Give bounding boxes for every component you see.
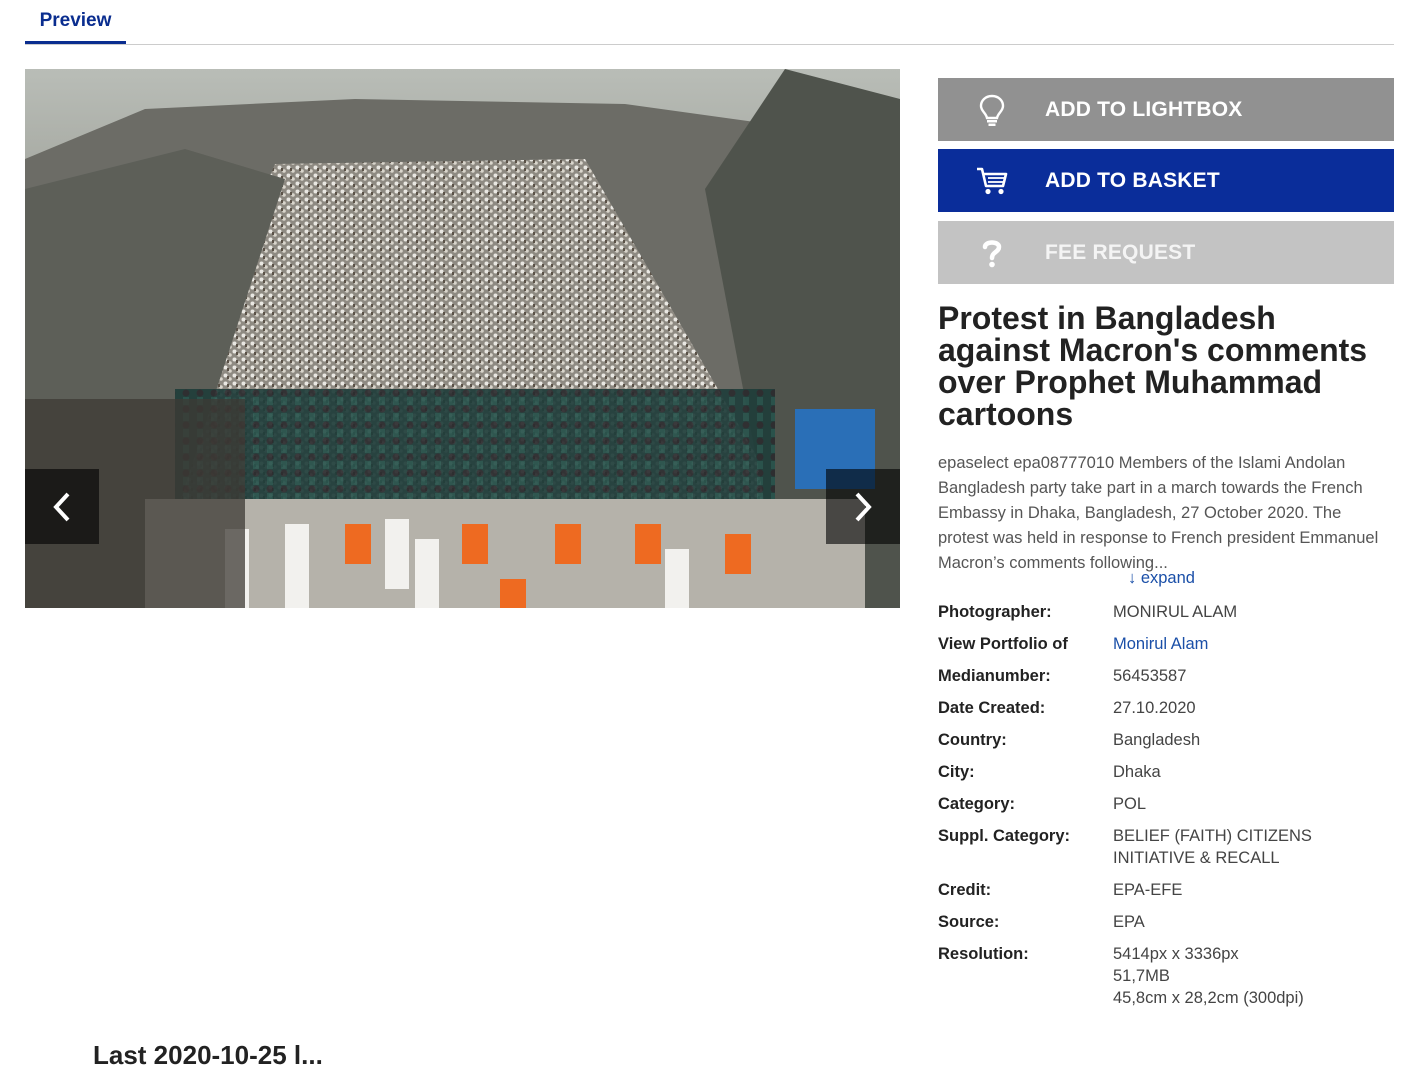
add-to-basket-button[interactable]: ADD TO BASKET [938,149,1394,212]
metadata-label: Source: [938,913,1000,931]
fee-request-label: FEE REQUEST [1045,240,1196,264]
add-to-lightbox-label: ADD TO LIGHTBOX [1045,97,1243,121]
expand-caption-link[interactable]: ↓ expand [1128,569,1195,588]
metadata-label: Photographer: [938,603,1052,621]
suppl-category-value: BELIEF (FAITH) CITIZENS INITIATIVE & REC… [1113,827,1312,867]
fee-request-button[interactable]: FEE REQUEST [938,221,1394,284]
chevron-left-icon [53,492,70,521]
metadata-row-city: City: Dhaka [938,761,1394,783]
source-value: EPA [1113,913,1145,931]
preview-image [25,69,900,608]
metadata-row-country: Country: Bangladesh [938,729,1394,751]
metadata-label: City: [938,763,975,781]
media-caption: epaselect epa08777010 Members of the Isl… [938,454,1379,572]
chevron-right-icon [855,492,872,521]
photographer-value: MONIRUL ALAM [1113,603,1238,621]
metadata-label: Category: [938,795,1016,813]
cart-icon [938,166,1045,196]
lightbulb-icon [938,94,1045,126]
medianumber-value: 56453587 [1113,667,1187,685]
date-created-value: 27.10.2020 [1113,699,1196,717]
metadata-label: Resolution: [938,945,1029,963]
cut-off-text: Last 2020-10-25 l... [93,1040,323,1070]
metadata-label: Suppl. Category: [938,827,1071,845]
metadata-row-portfolio: View Portfolio of Monirul Alam [938,633,1394,655]
tab-preview[interactable]: Preview [25,0,126,44]
city-value: Dhaka [1113,763,1161,781]
metadata-table: Photographer: MONIRUL ALAM View Portfoli… [938,601,1394,1019]
credit-value: EPA-EFE [1113,881,1183,899]
metadata-row-date-created: Date Created: 27.10.2020 [938,697,1394,719]
metadata-row-photographer: Photographer: MONIRUL ALAM [938,601,1394,623]
metadata-row-credit: Credit: EPA-EFE [938,879,1394,901]
previous-image-button[interactable] [25,469,99,544]
add-to-lightbox-button[interactable]: ADD TO LIGHTBOX [938,78,1394,141]
metadata-row-source: Source: EPA [938,911,1394,933]
metadata-row-medianumber: Medianumber: 56453587 [938,665,1394,687]
resolution-value: 5414px x 3336px 51,7MB 45,8cm x 28,2cm (… [1113,945,1304,1007]
metadata-label: Credit: [938,881,992,899]
crowd-protest-photo [25,69,900,608]
tab-bar: Preview [25,0,1394,45]
next-image-button[interactable] [826,469,900,544]
metadata-label: Medianumber: [938,667,1051,685]
metadata-row-resolution: Resolution: 5414px x 3336px 51,7MB 45,8c… [938,943,1394,1009]
category-value: POL [1113,795,1147,813]
question-icon [938,238,1045,268]
metadata-label: View Portfolio of [938,635,1068,653]
media-title: Protest in Bangladesh against Macron's c… [938,300,1368,432]
portfolio-link[interactable]: Monirul Alam [1113,633,1394,655]
add-to-basket-label: ADD TO BASKET [1045,168,1220,192]
metadata-row-suppl-category: Suppl. Category: BELIEF (FAITH) CITIZENS… [938,825,1394,869]
country-value: Bangladesh [1113,731,1201,749]
metadata-label: Date Created: [938,699,1046,717]
metadata-label: Country: [938,731,1007,749]
metadata-row-category: Category: POL [938,793,1394,815]
